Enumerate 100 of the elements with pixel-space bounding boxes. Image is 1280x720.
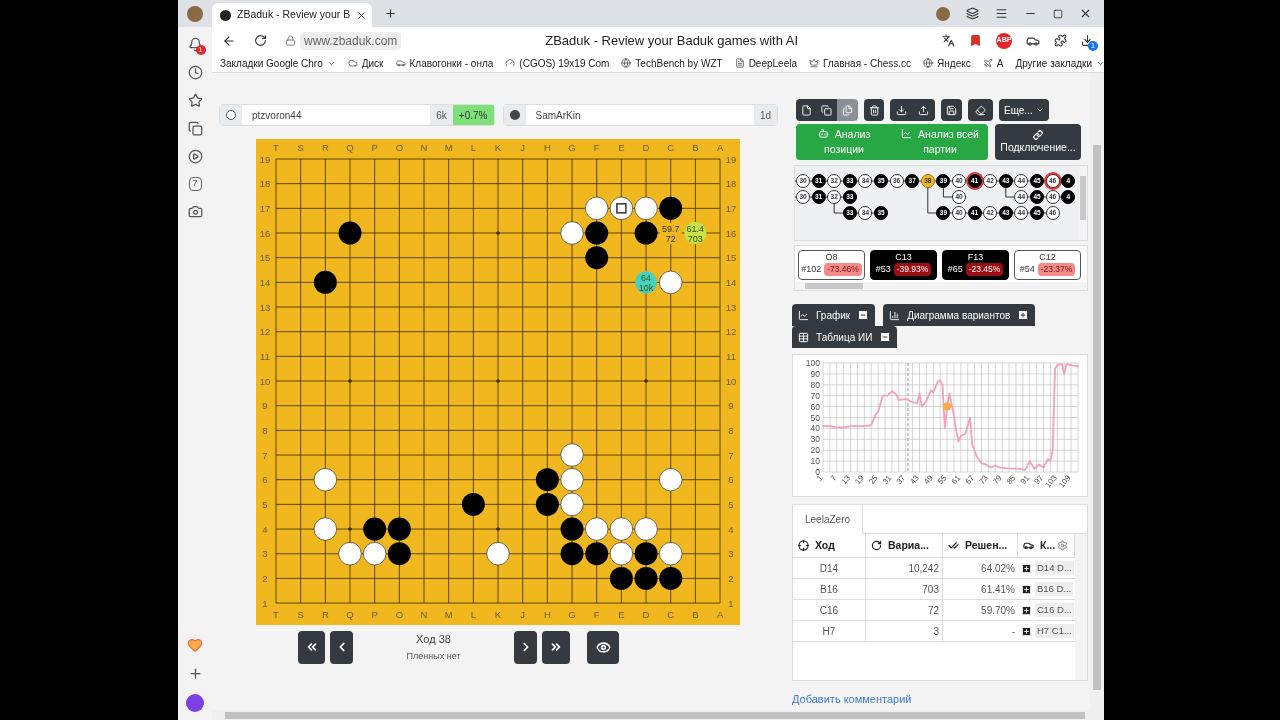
bookmark-favicon-icon — [347, 58, 358, 68]
variation-text[interactable]: C16 D... — [1035, 602, 1074, 618]
reload-icon[interactable] — [254, 34, 267, 47]
column-header[interactable]: Ход — [815, 537, 835, 554]
panel-toggle-button[interactable]: Диаграмма вариантов — [883, 304, 1036, 326]
eraser-button[interactable] — [968, 99, 993, 121]
heart-icon[interactable] — [187, 637, 203, 653]
new-file-button[interactable] — [796, 99, 816, 121]
vertical-scrollbar[interactable] — [1090, 73, 1104, 720]
notifications-icon[interactable] — [187, 37, 203, 52]
variation-text[interactable]: D14 D... — [1035, 560, 1074, 576]
add-comment-link[interactable]: Добавить комментарий — [792, 691, 1088, 708]
settings-icon[interactable] — [1057, 540, 1069, 551]
bookmark-link[interactable]: Закладки Google Chro — [220, 55, 323, 71]
delete-button[interactable] — [864, 99, 884, 121]
translate-icon[interactable] — [942, 34, 955, 47]
previous-move-button[interactable] — [330, 630, 353, 664]
bookmark-link[interactable]: Главная - Chess.cc — [823, 55, 912, 71]
play-icon[interactable] — [187, 149, 203, 164]
column-label: O — [395, 609, 404, 620]
go-board[interactable]: T S R Q P O N M L K J H G F E D C B A T S R Q P O N M L K J H G F E D C B A 19 19 18 18 17 17 16 16 15 15 14 14 13 13 12 12 11 11 10 10 9 9 8 8 7 7 6 6 5 5 4 4 3 3 2 2 1 1 59.7 72 61.4 703 64 10k — [256, 139, 740, 625]
connect-button[interactable]: Подключение... — [995, 124, 1081, 160]
bookmark-link[interactable]: (CGOS) 19x19 Com — [519, 55, 610, 71]
bookmark-link[interactable]: Диск — [361, 55, 384, 71]
y-tick-label: 40 — [810, 423, 820, 434]
y-tick-label: 30 — [810, 434, 820, 445]
download-button[interactable] — [890, 99, 912, 121]
first-move-button[interactable] — [298, 630, 325, 664]
view-toggle-button[interactable] — [587, 630, 619, 664]
column-label: D — [642, 142, 650, 153]
mistake-card[interactable]: C13 #53 -39.93% — [870, 250, 937, 280]
extension-icon[interactable] — [1054, 34, 1067, 47]
next-move-button[interactable] — [514, 630, 537, 664]
close-icon[interactable] — [356, 9, 368, 21]
column-header[interactable]: Вариа... — [888, 537, 929, 554]
variation-text[interactable]: H7 C1... — [1035, 623, 1074, 639]
move-number: #53 — [875, 263, 891, 276]
bookmark-link[interactable]: DeepLeela — [748, 55, 797, 71]
expand-icon[interactable] — [1021, 625, 1032, 637]
url-text[interactable]: www.zbaduk.com — [300, 31, 402, 50]
bookmark-icon[interactable] — [969, 34, 982, 47]
maximize-icon[interactable] — [1053, 8, 1063, 19]
vertical-scrollbar[interactable] — [1075, 534, 1087, 680]
assistant-icon[interactable] — [186, 694, 204, 712]
upload-button[interactable] — [912, 99, 935, 121]
x-tick-label: 7 — [828, 473, 839, 483]
bookmark-link[interactable]: Яндекс — [937, 55, 971, 71]
lock-icon — [285, 35, 296, 46]
menu-icon[interactable] — [995, 7, 1008, 20]
favorites-icon[interactable] — [187, 93, 203, 108]
save-button[interactable] — [941, 99, 962, 121]
variation-text[interactable]: B16 D... — [1035, 581, 1074, 597]
upload-icon — [918, 104, 929, 116]
expand-icon[interactable] — [1021, 604, 1032, 616]
panel-toggle-button[interactable]: График — [792, 304, 876, 326]
profile-avatar[interactable] — [187, 5, 203, 22]
vertical-scrollbar[interactable] — [1079, 166, 1087, 240]
row-label: 18 — [259, 178, 271, 190]
close-window-icon[interactable] — [1079, 7, 1092, 20]
table-icon — [798, 331, 809, 343]
copy-button[interactable] — [816, 99, 837, 121]
row-label: 9 — [728, 400, 734, 412]
column-label: Q — [346, 609, 354, 620]
engine-tab[interactable]: LeelaZero — [793, 505, 864, 534]
selected-point-marker[interactable] — [943, 402, 952, 411]
expand-icon[interactable] — [1021, 583, 1032, 595]
y-tick-label: 20 — [810, 445, 820, 456]
expand-icon[interactable] — [1021, 562, 1032, 574]
bookmark-link[interactable]: TechBench by WZT — [635, 55, 723, 71]
collapse-icon — [857, 309, 870, 321]
row-label: 2 — [262, 572, 268, 584]
x-tick-label: 67 — [963, 473, 977, 487]
more-dropdown-button[interactable]: Еще... — [999, 99, 1049, 121]
column-label: E — [618, 609, 625, 620]
account-avatar[interactable] — [936, 6, 950, 21]
row-label: 16 — [259, 227, 271, 239]
collections-icon[interactable] — [187, 121, 203, 136]
add-icon[interactable] — [187, 666, 203, 681]
panel-toggle-button[interactable]: Таблица ИИ — [792, 326, 898, 348]
new-tab-icon[interactable] — [384, 7, 397, 20]
bookmark-link[interactable]: Клавогонки - онла — [409, 55, 494, 71]
history-icon[interactable] — [187, 65, 203, 80]
x-tick-label: 103 — [1043, 473, 1059, 490]
horizontal-scrollbar[interactable] — [795, 282, 1087, 290]
browser-tab[interactable]: ZBaduk - Review your B — [212, 3, 372, 27]
column-label: B — [692, 609, 699, 620]
row-label: 16 — [725, 227, 737, 239]
back-icon[interactable] — [222, 33, 236, 48]
mistake-card[interactable]: O8 #102 -73.46% — [798, 250, 865, 280]
app-shortcut[interactable]: 7 — [188, 177, 202, 191]
screenshot-icon[interactable] — [187, 204, 203, 219]
mistake-card[interactable]: F13 #65 -23.45% — [942, 250, 1009, 280]
column-header[interactable]: К... — [1040, 537, 1056, 554]
winrate-label: 59.7 — [661, 224, 680, 234]
mistake-card[interactable]: C12 #54 -23.37% — [1014, 250, 1081, 280]
column-header[interactable]: Решен... — [965, 537, 1008, 554]
last-move-button[interactable] — [542, 630, 570, 664]
tabs-icon[interactable] — [966, 7, 979, 20]
bookmark-link[interactable]: А — [996, 55, 1004, 71]
bookmark-link[interactable]: Другие закладки — [1015, 55, 1092, 71]
